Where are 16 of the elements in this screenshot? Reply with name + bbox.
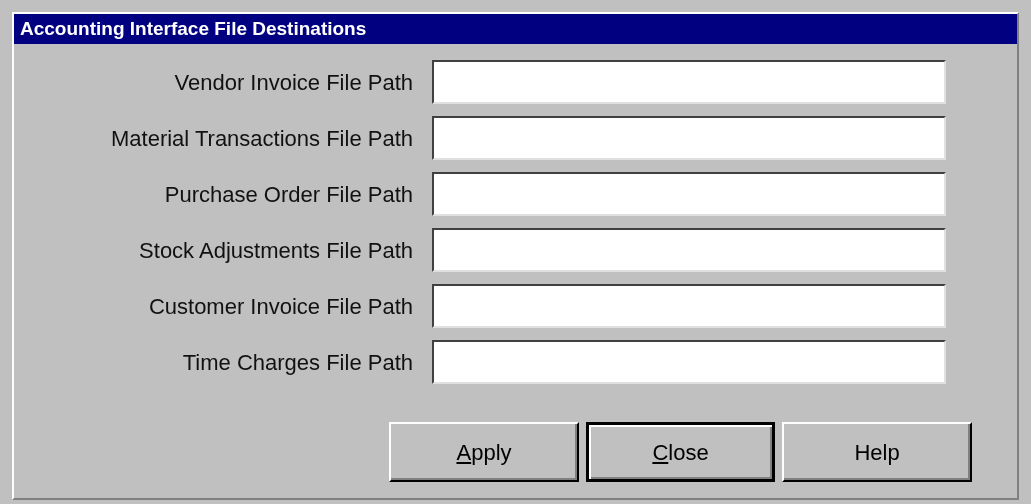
- field-label: Purchase Order File Path: [163, 180, 414, 209]
- field-label: Material Transactions File Path: [109, 124, 414, 153]
- input-field[interactable]: [432, 172, 946, 216]
- input-field[interactable]: [432, 228, 946, 272]
- dialog-button[interactable]: Apply: [389, 422, 579, 482]
- input-field[interactable]: [432, 60, 946, 104]
- input-field[interactable]: [432, 284, 946, 328]
- field-label: Time Charges File Path: [181, 348, 414, 377]
- input-field[interactable]: [432, 116, 946, 160]
- field-label: Vendor Invoice File Path: [173, 68, 414, 97]
- dialog-button[interactable]: Close: [586, 422, 775, 482]
- field-label: Customer Invoice File Path: [147, 292, 414, 321]
- window-title: Accounting Interface File Destinations: [14, 14, 1017, 44]
- dialog-button[interactable]: Help: [782, 422, 972, 482]
- input-field[interactable]: [432, 340, 946, 384]
- field-label: Stock Adjustments File Path: [138, 236, 414, 265]
